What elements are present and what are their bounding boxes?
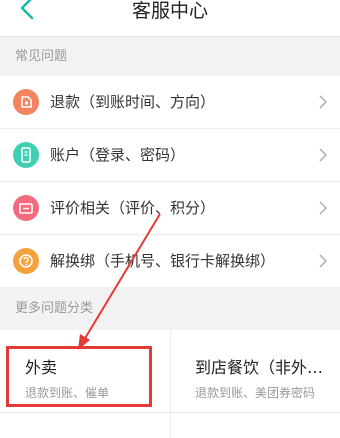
annotation-arrow-icon <box>78 213 161 350</box>
